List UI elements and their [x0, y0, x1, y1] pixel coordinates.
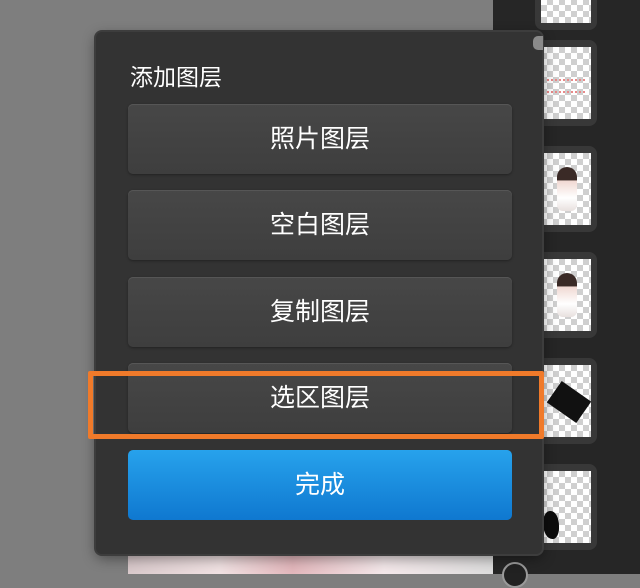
portrait-figure-thumbnail: [541, 153, 591, 225]
add-layer-dialog: 添加图层 照片图层 空白图层 复制图层 选区图层 完成: [96, 32, 542, 554]
layer-thumbnail[interactable]: [535, 358, 597, 444]
transparent-pink-strokes-thumbnail: [541, 0, 591, 23]
layer-thumbnail[interactable]: [535, 40, 597, 126]
person-icon: [557, 273, 577, 317]
scroll-handle[interactable]: [533, 36, 543, 50]
dialog-title: 添加图层: [130, 65, 222, 91]
person-icon: [557, 167, 577, 211]
done-button[interactable]: 完成: [128, 450, 512, 520]
layer-add-knob[interactable]: [502, 562, 528, 588]
pink-strokes-icon: [547, 79, 585, 93]
photo-layer-button[interactable]: 照片图层: [128, 104, 512, 174]
blank-layer-button[interactable]: 空白图层: [128, 190, 512, 260]
black-shape-thumbnail: [541, 365, 592, 437]
layer-thumbnail[interactable]: [535, 464, 597, 550]
duplicate-layer-button[interactable]: 复制图层: [128, 277, 512, 347]
black-splat-icon: [543, 511, 559, 539]
layer-thumbnail[interactable]: [535, 146, 597, 232]
layer-thumbnail[interactable]: [535, 252, 597, 338]
layer-thumbnail[interactable]: [535, 0, 597, 30]
portrait-figure-thumbnail: [541, 259, 591, 331]
black-splat-thumbnail: [541, 471, 591, 543]
transparent-pink-strokes-thumbnail: [541, 47, 591, 119]
selection-layer-button[interactable]: 选区图层: [128, 363, 512, 433]
black-shape-icon: [546, 381, 592, 423]
